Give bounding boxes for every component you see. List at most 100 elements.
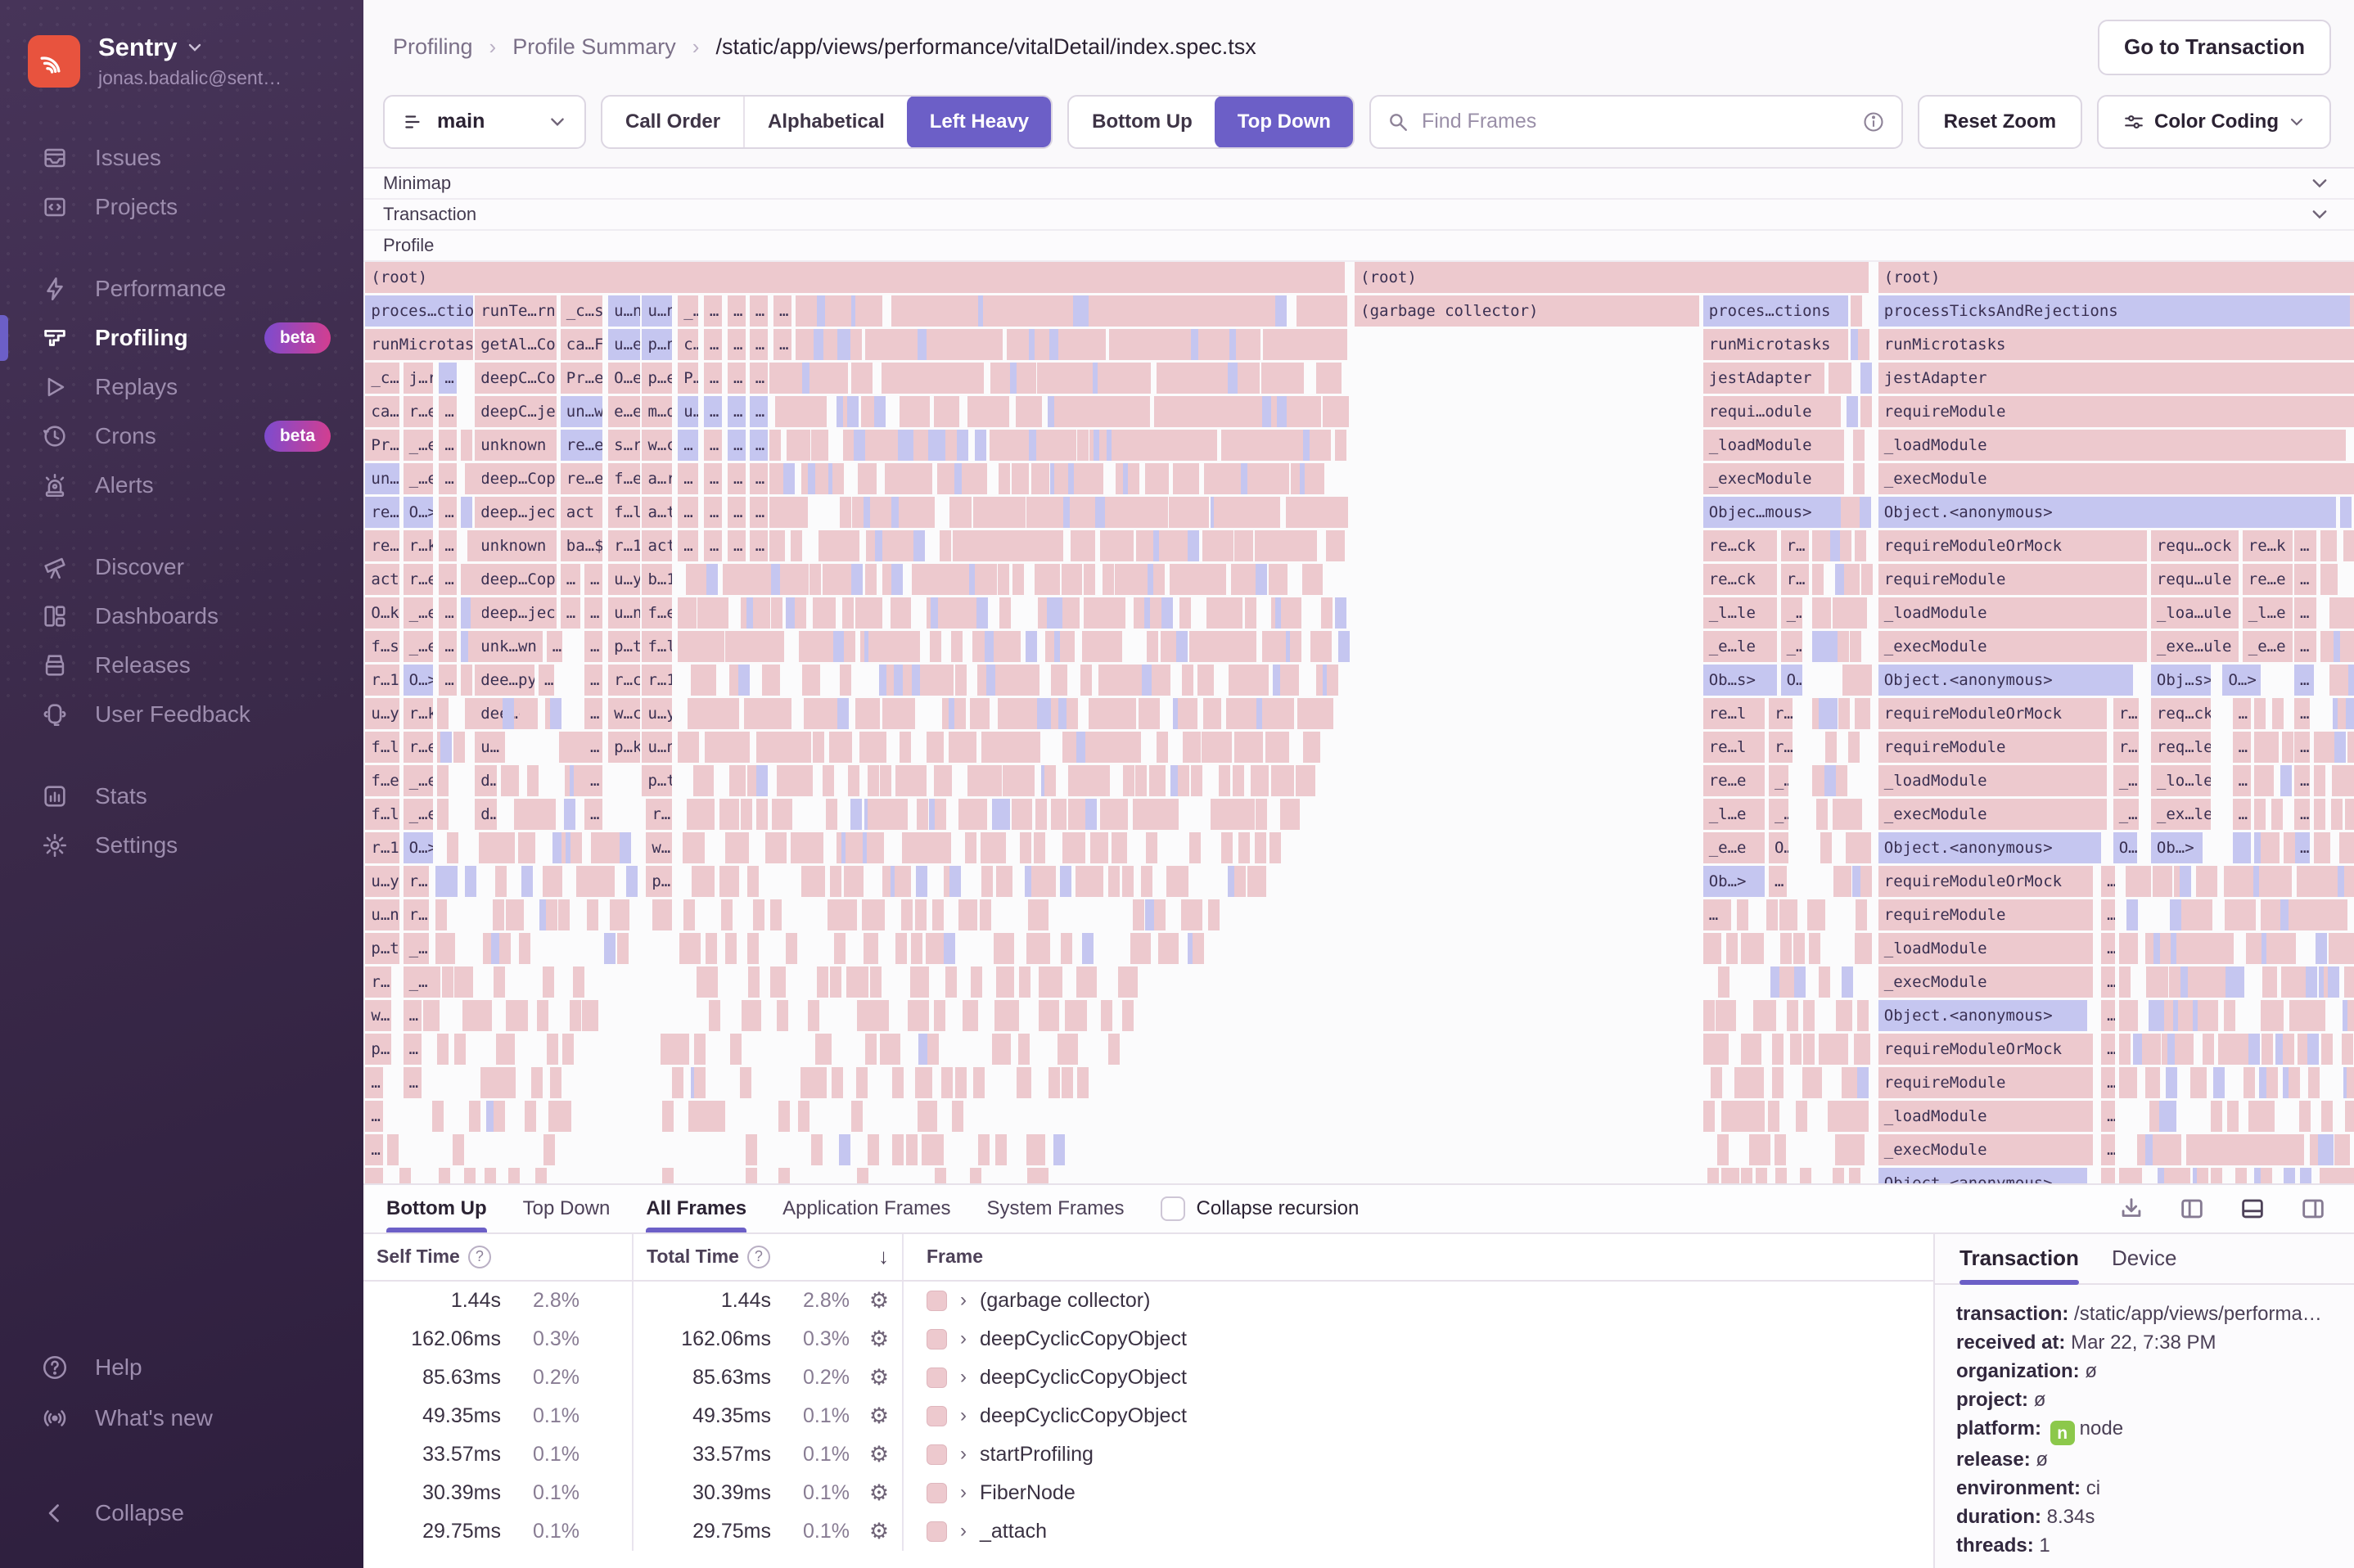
flame-frame-sliver[interactable] <box>445 865 458 897</box>
flame-frame-sliver[interactable] <box>671 1066 683 1098</box>
flame-frame-sliver[interactable] <box>431 1100 444 1132</box>
flame-frame[interactable]: … <box>703 295 722 327</box>
flame-frame-sliver[interactable] <box>1772 1066 1784 1098</box>
flame-frame-sliver[interactable] <box>931 1133 944 1165</box>
flame-frame-sliver[interactable] <box>692 865 704 897</box>
flame-frame-sliver[interactable] <box>2335 899 2347 930</box>
flame-frame-sliver[interactable] <box>1066 697 1078 729</box>
flame-frame[interactable]: (garbage collector) <box>1355 295 1699 327</box>
flame-frame[interactable]: u…y <box>365 865 399 897</box>
flame-frame[interactable]: r…1 <box>642 664 672 696</box>
flame-frame-sliver[interactable] <box>756 764 769 796</box>
flame-frame-sliver[interactable] <box>2170 899 2182 930</box>
flame-frame-sliver[interactable] <box>823 597 836 629</box>
flame-frame[interactable]: O…> <box>403 831 434 863</box>
flame-frame-sliver[interactable] <box>1335 597 1346 629</box>
flame-frame-sliver[interactable] <box>2320 1100 2333 1132</box>
flame-frame[interactable]: … <box>2294 563 2316 595</box>
flame-frame-sliver[interactable] <box>2299 1100 2311 1132</box>
flame-frame-sliver[interactable] <box>1728 1167 1740 1183</box>
flame-frame-sliver[interactable] <box>1856 1066 1869 1098</box>
flame-frame[interactable]: u… <box>678 395 698 427</box>
flame-frame-sliver[interactable] <box>2161 865 2173 897</box>
flame-frame[interactable]: re…ck <box>1702 529 1777 561</box>
flame-frame-sliver[interactable] <box>847 529 859 561</box>
flame-frame-sliver[interactable] <box>1157 462 1170 494</box>
flame-frame-sliver[interactable] <box>906 1133 918 1165</box>
flame-frame-sliver[interactable] <box>1192 932 1204 964</box>
flame-frame-sliver[interactable] <box>891 1133 904 1165</box>
flame-frame-sliver[interactable] <box>2343 630 2354 662</box>
flame-frame-sliver[interactable] <box>2341 1033 2353 1065</box>
flame-frame-sliver[interactable] <box>941 1066 954 1098</box>
flame-frame[interactable]: … <box>2294 764 2311 796</box>
flame-frame-sliver[interactable] <box>547 1033 559 1065</box>
sidebar-item-user-feedback[interactable]: User Feedback <box>0 690 363 739</box>
flame-frame[interactable]: f…e <box>608 462 641 494</box>
flame-frame[interactable]: … <box>560 597 581 629</box>
flame-frame-sliver[interactable] <box>814 395 827 427</box>
flame-frame-sliver[interactable] <box>2203 1033 2215 1065</box>
flame-frame-sliver[interactable] <box>1071 563 1083 595</box>
flame-frame[interactable]: _…e <box>403 630 434 662</box>
flame-frame-sliver[interactable] <box>1774 1133 1786 1165</box>
tab-all-frames[interactable]: All Frames <box>646 1185 746 1232</box>
flame-frame-sliver[interactable] <box>1158 664 1170 696</box>
flame-frame[interactable]: O…> <box>403 496 434 528</box>
flame-frame-sliver[interactable] <box>1858 1033 1870 1065</box>
frame-settings-gear-icon[interactable]: ⚙ <box>856 1365 902 1390</box>
flame-frame-sliver[interactable] <box>778 1167 791 1183</box>
flame-frame[interactable]: … <box>584 630 602 662</box>
flame-frame-sliver[interactable] <box>1832 462 1844 494</box>
tab-system-frames[interactable]: System Frames <box>987 1185 1125 1232</box>
total-time-header[interactable]: Total Time ? ↓ <box>634 1233 904 1280</box>
flame-frame-sliver[interactable] <box>904 697 916 729</box>
flame-frame-sliver[interactable] <box>1134 764 1147 796</box>
flame-frame-sliver[interactable] <box>1287 664 1300 696</box>
flame-frame-sliver[interactable] <box>2205 865 2217 897</box>
flame-frame[interactable]: _execModule <box>1878 462 2347 494</box>
flame-frame[interactable]: _… <box>403 966 430 998</box>
flame-frame-sliver[interactable] <box>2288 1066 2300 1098</box>
flame-frame-sliver[interactable] <box>2241 865 2253 897</box>
flame-frame[interactable]: s…r <box>608 429 641 461</box>
flame-frame-sliver[interactable] <box>1053 1133 1066 1165</box>
flame-frame-sliver[interactable] <box>975 798 987 830</box>
section-toggle-transaction[interactable]: Transaction <box>363 200 2354 231</box>
flame-frame[interactable]: r…k <box>403 697 434 729</box>
flame-frame-sliver[interactable] <box>519 932 531 964</box>
flame-frame-sliver[interactable] <box>1772 1033 1784 1065</box>
section-toggle-minimap[interactable]: Minimap <box>363 169 2354 200</box>
flame-frame-sliver[interactable] <box>1322 697 1334 729</box>
flame-frame-sliver[interactable] <box>817 429 829 461</box>
flame-frame-sliver[interactable] <box>842 597 855 629</box>
flame-frame[interactable]: r… <box>2113 731 2140 763</box>
flame-frame[interactable]: P… <box>678 362 698 394</box>
flame-frame[interactable]: … <box>2101 1100 2116 1132</box>
flame-frame-sliver[interactable] <box>429 966 441 998</box>
flame-frame-sliver[interactable] <box>1176 865 1188 897</box>
flame-frame[interactable]: r… <box>646 798 672 830</box>
flame-frame-sliver[interactable] <box>1256 798 1268 830</box>
flame-frame[interactable]: _c…st <box>560 295 602 327</box>
flame-frame-sliver[interactable] <box>877 999 890 1031</box>
flame-frame[interactable]: runTe…rnal <box>475 295 557 327</box>
flame-frame-sliver[interactable] <box>891 1066 904 1098</box>
flame-frame[interactable]: … <box>2294 697 2311 729</box>
flame-frame-sliver[interactable] <box>934 798 946 830</box>
flame-frame-sliver[interactable] <box>1035 798 1048 830</box>
flame-frame-sliver[interactable] <box>1127 462 1139 494</box>
flame-frame-sliver[interactable] <box>2222 932 2234 964</box>
flame-frame-sliver[interactable] <box>1749 1033 1761 1065</box>
flame-frame-sliver[interactable] <box>521 865 534 897</box>
flame-frame-sliver[interactable] <box>564 798 576 830</box>
flame-frame-sliver[interactable] <box>979 899 991 930</box>
flame-frame[interactable]: proces…ctions <box>365 295 473 327</box>
flame-frame[interactable]: … <box>678 496 698 528</box>
export-profile-button[interactable] <box>2113 1191 2149 1227</box>
flame-frame-sliver[interactable] <box>774 831 787 863</box>
flame-frame-sliver[interactable] <box>1710 932 1722 964</box>
flame-frame-sliver[interactable] <box>1007 999 1019 1031</box>
flame-frame-sliver[interactable] <box>543 966 555 998</box>
flame-frame[interactable]: … <box>2294 597 2316 629</box>
